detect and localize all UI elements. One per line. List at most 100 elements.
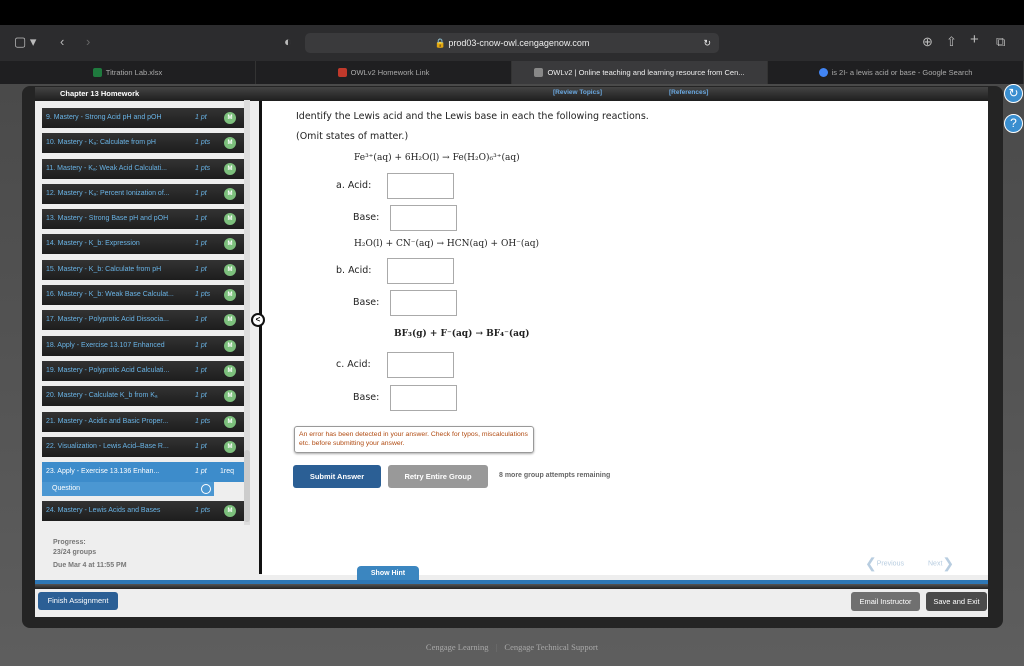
question-title: 16. Mastery - K_b: Weak Base Calculat... (46, 291, 174, 299)
question-title: 18. Apply - Exercise 13.107 Enhanced (46, 341, 165, 349)
sidebar-question-item[interactable]: 17. Mastery - Polyprotic Acid Dissocia..… (42, 310, 244, 331)
next-button[interactable]: Next❯ (928, 555, 954, 572)
progress-label: Progress: (53, 539, 86, 546)
sidebar-question-item[interactable]: 21. Mastery - Acidic and Basic Proper...… (42, 411, 244, 432)
sidebar-toggle-icon[interactable]: ▢ ▾ (14, 34, 36, 50)
base-label-b: Base: (353, 297, 380, 308)
sidebar-question-item[interactable]: 16. Mastery - K_b: Weak Base Calculat...… (42, 285, 244, 306)
mastery-badge-icon: M (224, 440, 236, 453)
question-points: 1 pt (195, 442, 207, 450)
excel-icon (92, 68, 102, 77)
sidebar-question-item[interactable]: 11. Mastery - Kₐ: Weak Acid Calculati...… (42, 158, 244, 179)
question-points: 1 pt (195, 265, 207, 273)
sidebar-question-item[interactable]: 13. Mastery - Strong Base pH and pOH 1 pt… (42, 209, 244, 230)
sidebar-question-item[interactable]: 24. Mastery - Lewis Acids and Bases 1 pts… (42, 501, 244, 522)
equation-a: Fe³⁺(aq) + 6H₂O(l) → Fe(H₂O)₆³⁺(aq) (354, 153, 520, 163)
question-points: 1 pt (195, 316, 207, 324)
next-label: Next (928, 560, 943, 568)
sidebar-question-item[interactable]: 23. Apply - Exercise 13.136 Enhan... 1 pt… (42, 462, 244, 483)
download-icon[interactable]: ⊕ (922, 34, 933, 50)
question-title: 11. Mastery - Kₐ: Weak Acid Calculati... (46, 164, 167, 172)
acid-label-a: a. Acid: (336, 180, 372, 191)
question-prompt: Identify the Lewis acid and the Lewis ba… (296, 111, 649, 122)
refresh-help-icon[interactable]: ↻ (1004, 84, 1023, 103)
sidebar-question-item[interactable]: 18. Apply - Exercise 13.107 Enhanced 1 pt… (42, 335, 244, 356)
mastery-badge-icon: M (224, 263, 236, 276)
sidebar-question-item[interactable]: 19. Mastery - Polyprotic Acid Calculati.… (42, 360, 244, 381)
help-icon[interactable]: ? (1004, 114, 1023, 133)
due-date: Due Mar 4 at 11:55 PM (53, 562, 127, 569)
show-hint-button[interactable]: Show Hint (357, 566, 419, 580)
tab-owl-homework[interactable]: OWLv2 Homework Link (256, 61, 512, 84)
sidebar-subitem-question[interactable]: Question (42, 482, 214, 497)
share-icon[interactable]: ⇧ (946, 34, 957, 50)
tabs-overview-icon[interactable]: ⧉ (996, 34, 1005, 50)
sidebar-question-item[interactable]: 20. Mastery - Calculate K_b from Kₐ 1 pt M (42, 386, 244, 407)
base-input-a[interactable] (390, 205, 457, 231)
equation-b: H₂O(l) + CN⁻(aq) → HCN(aq) + OH⁻(aq) (354, 239, 540, 249)
question-points: 1 pt (195, 341, 207, 349)
sidebar-scrollbar[interactable] (244, 100, 250, 525)
question-points: 1 pt (195, 468, 207, 476)
forward-icon[interactable]: › (86, 34, 90, 49)
url-text: prod03-cnow-owl.cengagenow.com (448, 38, 590, 48)
progress-value: 23/24 groups (53, 549, 97, 556)
question-title: 22. Visualization - Lewis Acid–Base R... (46, 442, 169, 450)
acid-input-c[interactable] (387, 352, 454, 378)
back-icon[interactable]: ‹ (60, 34, 64, 49)
question-content (262, 101, 988, 575)
footer-separator: | (495, 642, 498, 652)
required-count: 1req (220, 468, 235, 476)
sidebar-question-item[interactable]: 15. Mastery - K_b: Calculate from pH 1 pt… (42, 259, 244, 280)
scrollbar-thumb[interactable] (244, 450, 250, 522)
collapse-sidebar-button[interactable]: < (251, 313, 265, 327)
technical-support-link[interactable]: Cengage Technical Support (504, 642, 598, 652)
review-topics-link[interactable]: [Review Topics] (553, 89, 602, 96)
sidebar-question-item[interactable]: 9. Mastery - Strong Acid pH and pOH 1 pt M (42, 108, 244, 128)
sidebar-question-item[interactable]: 12. Mastery - Kₐ: Percent Ionization of.… (42, 183, 244, 204)
base-label-a: Base: (353, 212, 380, 223)
retry-group-button[interactable]: Retry Entire Group (388, 465, 488, 488)
tab-owlv2[interactable]: OWLv2 | Online teaching and learning res… (512, 61, 768, 84)
tab-label: is 2I- a lewis acid or base - Google Sea… (831, 68, 973, 77)
browser-toolbar: ▢ ▾ ‹ › ◐ 🔒 prod03-cnow-owl.cengagenow.c… (0, 25, 1024, 61)
sidebar-question-item[interactable]: 14. Mastery - K_b: Expression 1 pt M (42, 234, 244, 255)
sidebar-question-item[interactable]: 22. Visualization - Lewis Acid–Base R...… (42, 436, 244, 457)
save-and-exit-button[interactable]: Save and Exit (926, 592, 987, 611)
tab-label: Titration Lab.xlsx (105, 68, 163, 77)
question-title: 9. Mastery - Strong Acid pH and pOH (46, 114, 162, 121)
divider (259, 101, 262, 574)
new-tab-icon[interactable]: + (970, 31, 979, 48)
references-link[interactable]: [References] (669, 89, 708, 96)
tab-titration[interactable]: Titration Lab.xlsx (0, 61, 256, 84)
question-points: 1 pt (195, 189, 207, 197)
base-input-c[interactable] (390, 385, 457, 411)
shield-icon[interactable]: ◐ (284, 34, 292, 49)
previous-button[interactable]: ❮Previous (865, 555, 904, 572)
question-points: 1 pt (195, 114, 207, 121)
finish-assignment-button[interactable]: Finish Assignment (38, 592, 118, 610)
email-instructor-button[interactable]: Email Instructor (851, 592, 920, 611)
question-points: 1 pts (195, 507, 211, 515)
submit-answer-button[interactable]: Submit Answer (293, 465, 381, 488)
acid-input-a[interactable] (387, 173, 454, 199)
error-message: An error has been detected in your answe… (294, 426, 534, 453)
tab-google[interactable]: is 2I- a lewis acid or base - Google Sea… (768, 61, 1024, 84)
progress-info: Progress: 23/24 groups Due Mar 4 at 11:5… (53, 538, 127, 571)
mastery-badge-icon: M (224, 364, 236, 377)
question-list: 9. Mastery - Strong Acid pH and pOH 1 pt M… (42, 108, 244, 527)
sidebar-question-item[interactable]: 10. Mastery - Kₐ: Calculate from pH 1 pts… (42, 133, 244, 154)
question-title: 14. Mastery - K_b: Expression (46, 240, 140, 248)
status-circle-icon (201, 484, 211, 495)
reload-icon[interactable]: ↻ (703, 33, 711, 53)
mastery-badge-icon: M (224, 415, 236, 428)
cengage-learning-link[interactable]: Cengage Learning (426, 642, 489, 652)
acid-label-b: b. Acid: (336, 265, 372, 276)
acid-input-b[interactable] (387, 258, 454, 284)
base-input-b[interactable] (390, 290, 457, 316)
question-title: 19. Mastery - Polyprotic Acid Calculati.… (46, 366, 170, 374)
owl-icon (337, 68, 347, 77)
question-points: 1 pts (195, 417, 211, 425)
mastery-badge-icon: M (224, 289, 236, 302)
address-bar[interactable]: 🔒 prod03-cnow-owl.cengagenow.com ↻ (305, 33, 719, 53)
